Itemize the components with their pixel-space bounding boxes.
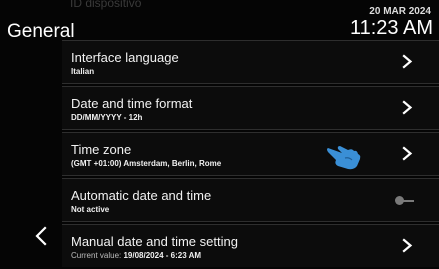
setting-manual-date-time[interactable]: Manual date and time setting Current val… xyxy=(62,224,439,267)
date-display: 20 MAR 2024 xyxy=(369,6,431,17)
current-value: 19/08/2024 - 6:23 AM xyxy=(123,251,202,260)
chevron-right-icon xyxy=(400,54,415,69)
setting-interface-language[interactable]: Interface language Italian xyxy=(62,40,439,84)
setting-label: Manual date and time setting xyxy=(71,234,238,249)
setting-automatic-date-time[interactable]: Automatic date and time Not active xyxy=(62,178,439,222)
setting-value: Not active xyxy=(71,205,110,214)
setting-value: DD/MM/YYYY - 12h xyxy=(71,113,143,122)
setting-value: (GMT +01:00) Amsterdam, Berlin, Rome xyxy=(71,159,222,168)
chevron-right-icon xyxy=(400,100,415,115)
device-id-ghost-text: ID dispositivo xyxy=(70,0,142,10)
setting-label: Interface language xyxy=(71,50,179,65)
pointing-hand-icon xyxy=(325,139,365,171)
setting-date-time-format[interactable]: Date and time format DD/MM/YYYY - 12h xyxy=(62,86,439,130)
setting-label: Automatic date and time xyxy=(71,188,212,203)
chevron-right-icon xyxy=(400,146,415,161)
setting-value: Current value: 19/08/2024 - 6:23 AM xyxy=(71,251,201,260)
setting-time-zone[interactable]: Time zone (GMT +01:00) Amsterdam, Berlin… xyxy=(62,132,439,176)
chevron-right-icon xyxy=(400,238,415,253)
automatic-time-toggle[interactable] xyxy=(395,196,415,206)
value-prefix: Current value: xyxy=(71,251,122,260)
clock-display: 11:23 AM xyxy=(349,17,433,39)
settings-list: Interface language Italian Date and time… xyxy=(62,40,439,269)
toggle-knob xyxy=(395,196,404,205)
setting-value: Italian xyxy=(71,67,95,76)
setting-label: Date and time format xyxy=(71,96,193,111)
setting-label: Time zone xyxy=(71,142,132,157)
chevron-left-icon[interactable] xyxy=(33,225,49,247)
